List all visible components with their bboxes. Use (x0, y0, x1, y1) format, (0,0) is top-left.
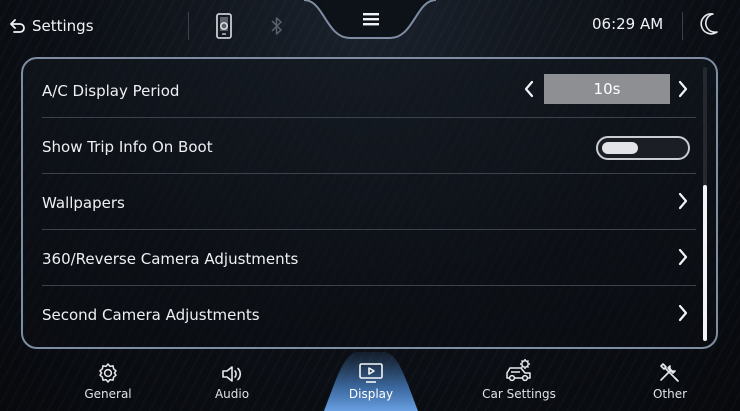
setting-label: Show Trip Info On Boot (42, 138, 213, 156)
settings-list: A/C Display Period 10s Show Trip Info On… (21, 57, 718, 349)
display-icon (358, 350, 384, 384)
setting-label: Wallpapers (42, 194, 125, 212)
car-gear-icon (504, 350, 534, 384)
nav-label: Display (348, 387, 394, 401)
divider (682, 12, 683, 40)
speaker-icon (220, 350, 244, 384)
nav-label: Other (652, 387, 688, 401)
nav-display[interactable]: Display (335, 350, 407, 411)
back-label: Settings (32, 17, 94, 35)
toggle-knob (602, 142, 638, 154)
chevron-right-icon[interactable] (677, 80, 689, 102)
chevron-right-icon (677, 304, 689, 326)
bottom-nav: General Audio Display Car Settings Other (0, 350, 740, 411)
nav-label: Audio (214, 387, 250, 401)
menu-icon[interactable] (363, 11, 379, 30)
clock: 06:29 AM (592, 15, 664, 33)
tools-icon (657, 350, 683, 384)
divider (188, 12, 189, 40)
row-divider (42, 229, 696, 230)
nav-car-settings[interactable]: Car Settings (472, 350, 566, 411)
settings-screen: Settings 06:29 AM A/C Display Period 10s… (0, 0, 740, 411)
scrollbar-thumb[interactable] (703, 185, 707, 341)
setting-row-360-reverse-camera[interactable]: 360/Reverse Camera Adjustments (23, 231, 697, 287)
setting-label: 360/Reverse Camera Adjustments (42, 250, 299, 268)
setting-row-second-camera[interactable]: Second Camera Adjustments (23, 287, 697, 343)
trip-info-toggle[interactable] (596, 136, 690, 160)
back-button[interactable]: Settings (10, 14, 94, 38)
stepper-value: 10s (544, 74, 670, 104)
moon-icon[interactable] (700, 12, 720, 40)
setting-label: Second Camera Adjustments (42, 306, 260, 324)
setting-label: A/C Display Period (42, 82, 180, 100)
row-divider (42, 173, 696, 174)
row-divider (42, 117, 696, 118)
phone-link-icon[interactable] (214, 13, 234, 43)
nav-general[interactable]: General (72, 350, 144, 411)
setting-row-wallpapers[interactable]: Wallpapers (23, 175, 697, 231)
nav-label: Car Settings (482, 387, 556, 401)
setting-row-show-trip-info: Show Trip Info On Boot (23, 119, 697, 175)
chevron-right-icon (677, 192, 689, 214)
setting-row-ac-display-period: A/C Display Period 10s (23, 63, 697, 119)
back-arrow-icon (10, 19, 26, 33)
gear-icon (97, 350, 119, 384)
top-bar: Settings 06:29 AM (0, 0, 740, 52)
nav-other[interactable]: Other (634, 350, 706, 411)
nav-label: General (84, 387, 132, 401)
bluetooth-icon[interactable] (270, 15, 284, 41)
chevron-left-icon[interactable] (523, 80, 535, 102)
nav-audio[interactable]: Audio (196, 350, 268, 411)
row-divider (42, 285, 696, 286)
chevron-right-icon (677, 248, 689, 270)
